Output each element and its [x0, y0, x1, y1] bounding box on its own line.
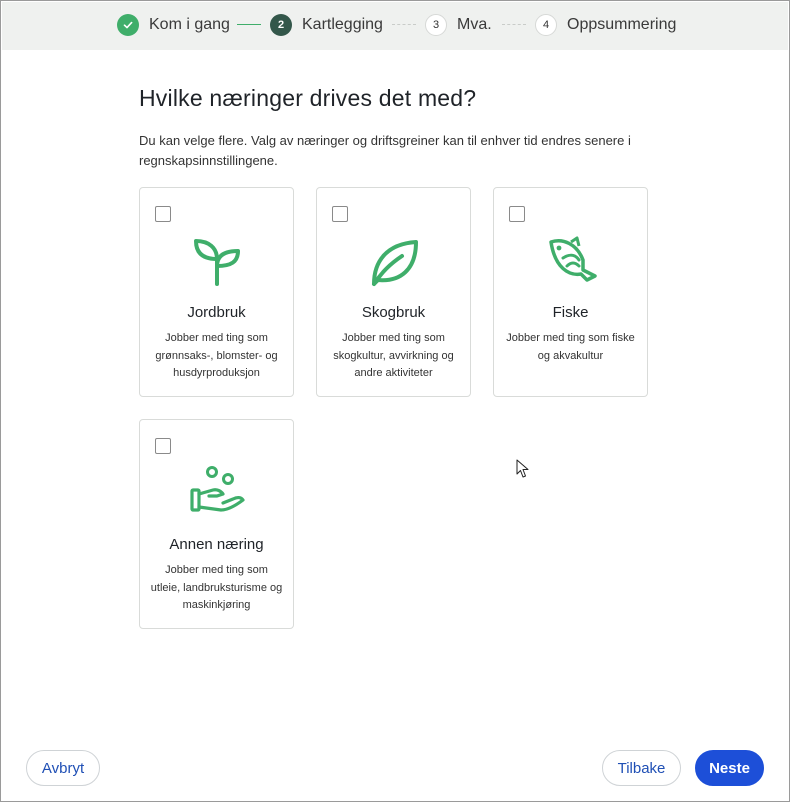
card-fiske[interactable]: Fiske Jobber med ting som fiske og akvak…	[493, 187, 648, 397]
step-label: Kom i gang	[149, 16, 230, 33]
checkbox-fiske[interactable]	[509, 206, 525, 222]
page-title: Hvilke næringer drives det med?	[139, 85, 477, 111]
page-lead: Du kan velge flere. Valg av næringer og …	[139, 133, 631, 168]
step-number: 3	[425, 14, 447, 36]
card-title: Skogbruk	[361, 304, 426, 321]
checkbox-skogbruk[interactable]	[332, 206, 348, 222]
step-oppsummering[interactable]: 4 Oppsummering	[535, 14, 676, 36]
card-description: Jobber med ting som skogkultur, avvirkni…	[333, 332, 454, 379]
progress-stepper: Kom i gang 2 Kartlegging 3 Mva. 4 Oppsum…	[2, 2, 788, 50]
card-description: Jobber med ting som utleie, landbrukstur…	[150, 564, 283, 611]
card-skogbruk[interactable]: Skogbruk Jobber med ting som skogkultur,…	[316, 187, 471, 397]
step-connector	[502, 24, 526, 25]
check-icon	[117, 14, 139, 36]
sprout-icon	[193, 239, 240, 286]
next-button[interactable]: Neste	[695, 750, 764, 786]
card-description: Jobber med ting som grønnsaks-, blomster…	[155, 332, 278, 379]
card-title: Jordbruk	[187, 304, 246, 321]
step-connector	[237, 24, 261, 25]
window-frame: Kom i gang 2 Kartlegging 3 Mva. 4 Oppsum…	[0, 0, 790, 802]
checkbox-annen-naering[interactable]	[155, 438, 171, 454]
step-label: Kartlegging	[302, 16, 383, 33]
card-jordbruk[interactable]: Jordbruk Jobber med ting som grønnsaks-,…	[139, 187, 294, 397]
card-title: Annen næring	[169, 536, 264, 553]
step-connector	[392, 24, 416, 25]
card-title: Fiske	[552, 304, 589, 321]
fish-icon	[548, 236, 597, 282]
mouse-cursor-icon	[516, 459, 529, 478]
checkbox-jordbruk[interactable]	[155, 206, 171, 222]
leaf-icon	[371, 240, 418, 286]
hand-coins-icon	[189, 466, 245, 512]
step-label: Oppsummering	[567, 16, 677, 33]
card-annen-naering[interactable]: Annen næring Jobber med ting som utleie,…	[139, 419, 294, 629]
step-mva[interactable]: 3 Mva.	[425, 14, 492, 36]
step-label: Mva.	[457, 16, 492, 33]
step-number: 4	[535, 14, 557, 36]
step-number: 2	[270, 14, 292, 36]
card-description: Jobber med ting som fiske og akvakultur	[506, 332, 635, 362]
step-kom-i-gang[interactable]: Kom i gang	[117, 14, 230, 36]
step-kartlegging[interactable]: 2 Kartlegging	[270, 14, 383, 36]
cancel-button[interactable]: Avbryt	[26, 750, 100, 786]
back-button[interactable]: Tilbake	[602, 750, 681, 786]
